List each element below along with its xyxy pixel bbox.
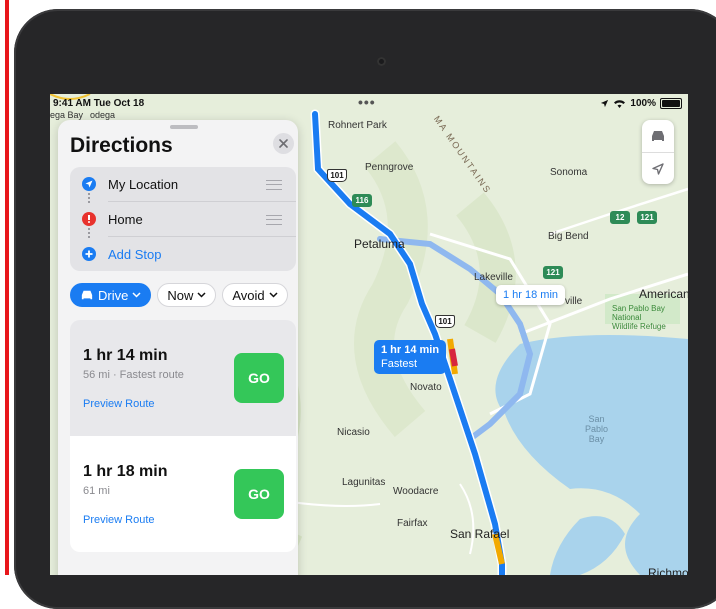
location-arrow-icon (82, 177, 96, 191)
wifi-icon (614, 99, 626, 108)
go-button[interactable]: GO (234, 469, 284, 519)
preview-route-link[interactable]: Preview Route (83, 514, 155, 526)
stop-label: My Location (108, 177, 179, 192)
route-stops: My Location Home Add Stop (70, 167, 296, 271)
reorder-handle-icon[interactable] (266, 215, 282, 225)
car-icon (652, 131, 664, 141)
drive-mode-button[interactable]: Drive (70, 283, 152, 307)
map-label-ville: ville (565, 296, 583, 307)
route-duration: 1 hr 18 min (83, 463, 168, 480)
add-stop-button[interactable]: Add Stop (70, 237, 296, 271)
preview-route-link[interactable]: Preview Route (83, 398, 155, 410)
avoid-button[interactable]: Avoid (222, 283, 288, 307)
plus-icon (82, 247, 96, 261)
map-label-petaluma: Petaluma (354, 237, 405, 251)
now-label: Now (167, 287, 194, 303)
highway-shield-101: 101 (327, 169, 347, 182)
map-label-big-bend: Big Bend (548, 231, 589, 242)
directions-panel: Directions My Location Home Add Stop Dri… (58, 120, 298, 575)
highway-shield-101b: 101 (435, 315, 455, 328)
route-option-2[interactable]: 1 hr 18 min 61 mi Preview Route GO (70, 436, 296, 552)
status-bar: 9:41 AM Tue Oct 18 ••• 100% (50, 94, 688, 112)
map-label-novato: Novato (410, 382, 442, 393)
map-label-san-rafael: San Rafael (450, 527, 510, 541)
multitasking-dots[interactable]: ••• (358, 94, 376, 110)
close-button[interactable] (273, 133, 294, 154)
map-controls (642, 120, 674, 184)
close-icon (279, 139, 288, 148)
map-label-nicasio: Nicasio (337, 427, 370, 438)
map-label-woodacre: Woodacre (393, 486, 439, 497)
panel-title: Directions (70, 134, 173, 157)
route-details: 61 mi (83, 485, 110, 497)
location-arrow-icon (652, 163, 664, 175)
map-label-sonoma: Sonoma (550, 167, 588, 178)
highway-shield-121: 121 (637, 211, 657, 224)
highway-shield-116: 116 (352, 194, 372, 207)
chevron-down-icon (132, 292, 141, 298)
add-stop-label: Add Stop (108, 247, 162, 262)
battery-percent: 100% (630, 98, 656, 109)
battery-icon (660, 98, 682, 109)
fastest-route-callout[interactable]: 1 hr 14 min Fastest (374, 340, 447, 374)
map-label-fairfax: Fairfax (397, 518, 428, 529)
departure-time-button[interactable]: Now (157, 283, 217, 307)
map-label-penngrove: Penngrove (365, 162, 414, 173)
alternate-route-time: 1 hr 18 min (503, 289, 559, 301)
status-right: 100% (600, 98, 682, 109)
map-label-lakeville: Lakeville (474, 272, 513, 283)
camera-icon (377, 57, 386, 66)
route-details: 56 mi · Fastest route (83, 369, 184, 381)
avoid-label: Avoid (232, 287, 265, 303)
red-edge-marker (5, 0, 9, 575)
map-label-lagunitas: Lagunitas (342, 477, 386, 488)
map-label-wildlife-refuge: San Pablo Bay National Wildlife Refuge (612, 304, 666, 331)
map-mode-button[interactable] (642, 120, 674, 152)
map-label-rohnert-park: Rohnert Park (328, 120, 387, 131)
car-icon (81, 290, 93, 300)
stop-my-location[interactable]: My Location (70, 167, 296, 201)
route-option-1[interactable]: 1 hr 14 min 56 mi · Fastest route Previe… (70, 320, 296, 436)
chevron-down-icon (197, 292, 206, 298)
highway-shield-121b: 121 (543, 266, 563, 279)
highway-shield-12: 12 (610, 211, 630, 224)
map-label-san-pablo-bay: San Pablo Bay (585, 414, 609, 444)
alternate-route-callout[interactable]: 1 hr 18 min (496, 285, 566, 305)
current-location-button[interactable] (642, 152, 674, 185)
panel-grabber[interactable] (170, 125, 198, 129)
reorder-handle-icon[interactable] (266, 180, 282, 190)
stop-label: Home (108, 212, 143, 227)
route-options: Drive Now Avoid (70, 283, 288, 307)
drive-label: Drive (98, 287, 129, 303)
fastest-route-time: 1 hr 14 min (381, 344, 440, 356)
red-pin-icon (82, 212, 96, 226)
location-services-icon (601, 99, 609, 108)
screen: Rohnert Park Penngrove Sonoma Petaluma B… (50, 94, 688, 575)
map-label-american: American (639, 287, 688, 301)
fastest-route-label: Fastest (381, 358, 418, 370)
traffic-segment (449, 348, 458, 367)
status-time: 9:41 AM Tue Oct 18 (53, 98, 145, 109)
chevron-down-icon (269, 292, 278, 298)
stop-home[interactable]: Home (70, 202, 296, 236)
map-label-richmond: Richmond (648, 566, 688, 575)
route-duration: 1 hr 14 min (83, 347, 168, 364)
go-button[interactable]: GO (234, 353, 284, 403)
